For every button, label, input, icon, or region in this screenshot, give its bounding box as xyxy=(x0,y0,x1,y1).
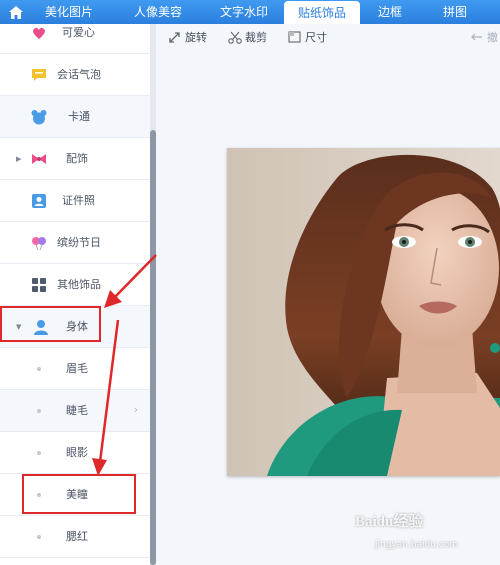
arrow-to-colored-contacts xyxy=(92,319,120,476)
annotation-arrows xyxy=(92,254,157,476)
watermark-brand: Baidu经验 xyxy=(355,514,424,530)
arrow-to-body xyxy=(104,254,157,308)
watermark-url: jingyan.baidu.com xyxy=(375,540,459,550)
watermark: Baidu经验 jingyan.baidu.com xyxy=(355,510,495,555)
